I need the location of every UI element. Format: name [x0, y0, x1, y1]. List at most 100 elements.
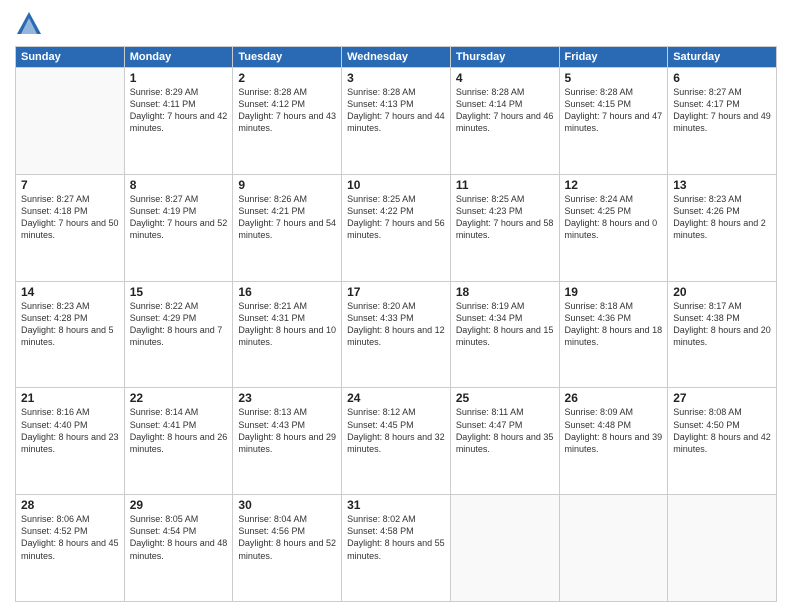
day-info: Sunrise: 8:04 AMSunset: 4:56 PMDaylight:… — [238, 513, 336, 562]
day-info: Sunrise: 8:12 AMSunset: 4:45 PMDaylight:… — [347, 406, 445, 455]
day-cell: 11Sunrise: 8:25 AMSunset: 4:23 PMDayligh… — [450, 174, 559, 281]
day-info: Sunrise: 8:23 AMSunset: 4:28 PMDaylight:… — [21, 300, 119, 349]
day-number: 26 — [565, 391, 663, 405]
day-info: Sunrise: 8:27 AMSunset: 4:17 PMDaylight:… — [673, 86, 771, 135]
col-header-tuesday: Tuesday — [233, 47, 342, 68]
day-number: 15 — [130, 285, 228, 299]
col-header-thursday: Thursday — [450, 47, 559, 68]
day-number: 24 — [347, 391, 445, 405]
day-number: 2 — [238, 71, 336, 85]
day-number: 5 — [565, 71, 663, 85]
day-cell: 6Sunrise: 8:27 AMSunset: 4:17 PMDaylight… — [668, 68, 777, 175]
logo — [15, 10, 47, 38]
day-cell: 19Sunrise: 8:18 AMSunset: 4:36 PMDayligh… — [559, 281, 668, 388]
day-info: Sunrise: 8:14 AMSunset: 4:41 PMDaylight:… — [130, 406, 228, 455]
day-info: Sunrise: 8:22 AMSunset: 4:29 PMDaylight:… — [130, 300, 228, 349]
week-row-0: 1Sunrise: 8:29 AMSunset: 4:11 PMDaylight… — [16, 68, 777, 175]
calendar-table: SundayMondayTuesdayWednesdayThursdayFrid… — [15, 46, 777, 602]
day-cell: 17Sunrise: 8:20 AMSunset: 4:33 PMDayligh… — [342, 281, 451, 388]
header-row: SundayMondayTuesdayWednesdayThursdayFrid… — [16, 47, 777, 68]
day-number: 12 — [565, 178, 663, 192]
day-info: Sunrise: 8:27 AMSunset: 4:19 PMDaylight:… — [130, 193, 228, 242]
day-number: 31 — [347, 498, 445, 512]
day-number: 28 — [21, 498, 119, 512]
day-info: Sunrise: 8:09 AMSunset: 4:48 PMDaylight:… — [565, 406, 663, 455]
day-cell: 22Sunrise: 8:14 AMSunset: 4:41 PMDayligh… — [124, 388, 233, 495]
day-info: Sunrise: 8:19 AMSunset: 4:34 PMDaylight:… — [456, 300, 554, 349]
day-number: 10 — [347, 178, 445, 192]
day-cell: 26Sunrise: 8:09 AMSunset: 4:48 PMDayligh… — [559, 388, 668, 495]
day-number: 1 — [130, 71, 228, 85]
day-number: 21 — [21, 391, 119, 405]
day-cell: 29Sunrise: 8:05 AMSunset: 4:54 PMDayligh… — [124, 495, 233, 602]
day-cell: 5Sunrise: 8:28 AMSunset: 4:15 PMDaylight… — [559, 68, 668, 175]
page: SundayMondayTuesdayWednesdayThursdayFrid… — [0, 0, 792, 612]
day-info: Sunrise: 8:24 AMSunset: 4:25 PMDaylight:… — [565, 193, 663, 242]
day-info: Sunrise: 8:08 AMSunset: 4:50 PMDaylight:… — [673, 406, 771, 455]
day-info: Sunrise: 8:27 AMSunset: 4:18 PMDaylight:… — [21, 193, 119, 242]
day-number: 27 — [673, 391, 771, 405]
day-info: Sunrise: 8:13 AMSunset: 4:43 PMDaylight:… — [238, 406, 336, 455]
week-row-3: 21Sunrise: 8:16 AMSunset: 4:40 PMDayligh… — [16, 388, 777, 495]
day-cell — [559, 495, 668, 602]
day-cell: 16Sunrise: 8:21 AMSunset: 4:31 PMDayligh… — [233, 281, 342, 388]
day-number: 23 — [238, 391, 336, 405]
day-cell: 30Sunrise: 8:04 AMSunset: 4:56 PMDayligh… — [233, 495, 342, 602]
day-number: 20 — [673, 285, 771, 299]
day-number: 19 — [565, 285, 663, 299]
day-cell — [16, 68, 125, 175]
day-number: 13 — [673, 178, 771, 192]
day-info: Sunrise: 8:29 AMSunset: 4:11 PMDaylight:… — [130, 86, 228, 135]
day-number: 14 — [21, 285, 119, 299]
day-cell: 3Sunrise: 8:28 AMSunset: 4:13 PMDaylight… — [342, 68, 451, 175]
day-cell — [450, 495, 559, 602]
day-info: Sunrise: 8:05 AMSunset: 4:54 PMDaylight:… — [130, 513, 228, 562]
day-number: 16 — [238, 285, 336, 299]
day-cell: 20Sunrise: 8:17 AMSunset: 4:38 PMDayligh… — [668, 281, 777, 388]
day-cell — [668, 495, 777, 602]
day-cell: 24Sunrise: 8:12 AMSunset: 4:45 PMDayligh… — [342, 388, 451, 495]
day-number: 6 — [673, 71, 771, 85]
day-number: 18 — [456, 285, 554, 299]
col-header-friday: Friday — [559, 47, 668, 68]
col-header-wednesday: Wednesday — [342, 47, 451, 68]
day-cell: 1Sunrise: 8:29 AMSunset: 4:11 PMDaylight… — [124, 68, 233, 175]
day-cell: 23Sunrise: 8:13 AMSunset: 4:43 PMDayligh… — [233, 388, 342, 495]
day-number: 30 — [238, 498, 336, 512]
day-number: 11 — [456, 178, 554, 192]
day-number: 3 — [347, 71, 445, 85]
day-number: 22 — [130, 391, 228, 405]
day-cell: 9Sunrise: 8:26 AMSunset: 4:21 PMDaylight… — [233, 174, 342, 281]
col-header-sunday: Sunday — [16, 47, 125, 68]
day-info: Sunrise: 8:17 AMSunset: 4:38 PMDaylight:… — [673, 300, 771, 349]
day-cell: 7Sunrise: 8:27 AMSunset: 4:18 PMDaylight… — [16, 174, 125, 281]
day-cell: 8Sunrise: 8:27 AMSunset: 4:19 PMDaylight… — [124, 174, 233, 281]
day-cell: 15Sunrise: 8:22 AMSunset: 4:29 PMDayligh… — [124, 281, 233, 388]
day-info: Sunrise: 8:28 AMSunset: 4:12 PMDaylight:… — [238, 86, 336, 135]
logo-icon — [15, 10, 43, 38]
day-cell: 27Sunrise: 8:08 AMSunset: 4:50 PMDayligh… — [668, 388, 777, 495]
day-number: 29 — [130, 498, 228, 512]
day-info: Sunrise: 8:28 AMSunset: 4:14 PMDaylight:… — [456, 86, 554, 135]
week-row-1: 7Sunrise: 8:27 AMSunset: 4:18 PMDaylight… — [16, 174, 777, 281]
day-info: Sunrise: 8:23 AMSunset: 4:26 PMDaylight:… — [673, 193, 771, 242]
day-cell: 14Sunrise: 8:23 AMSunset: 4:28 PMDayligh… — [16, 281, 125, 388]
day-info: Sunrise: 8:20 AMSunset: 4:33 PMDaylight:… — [347, 300, 445, 349]
col-header-monday: Monday — [124, 47, 233, 68]
day-number: 7 — [21, 178, 119, 192]
day-info: Sunrise: 8:26 AMSunset: 4:21 PMDaylight:… — [238, 193, 336, 242]
day-number: 4 — [456, 71, 554, 85]
header — [15, 10, 777, 38]
week-row-2: 14Sunrise: 8:23 AMSunset: 4:28 PMDayligh… — [16, 281, 777, 388]
day-info: Sunrise: 8:25 AMSunset: 4:23 PMDaylight:… — [456, 193, 554, 242]
day-cell: 18Sunrise: 8:19 AMSunset: 4:34 PMDayligh… — [450, 281, 559, 388]
day-info: Sunrise: 8:21 AMSunset: 4:31 PMDaylight:… — [238, 300, 336, 349]
day-info: Sunrise: 8:18 AMSunset: 4:36 PMDaylight:… — [565, 300, 663, 349]
week-row-4: 28Sunrise: 8:06 AMSunset: 4:52 PMDayligh… — [16, 495, 777, 602]
day-info: Sunrise: 8:06 AMSunset: 4:52 PMDaylight:… — [21, 513, 119, 562]
day-info: Sunrise: 8:16 AMSunset: 4:40 PMDaylight:… — [21, 406, 119, 455]
day-number: 9 — [238, 178, 336, 192]
day-number: 25 — [456, 391, 554, 405]
day-info: Sunrise: 8:28 AMSunset: 4:15 PMDaylight:… — [565, 86, 663, 135]
day-info: Sunrise: 8:28 AMSunset: 4:13 PMDaylight:… — [347, 86, 445, 135]
